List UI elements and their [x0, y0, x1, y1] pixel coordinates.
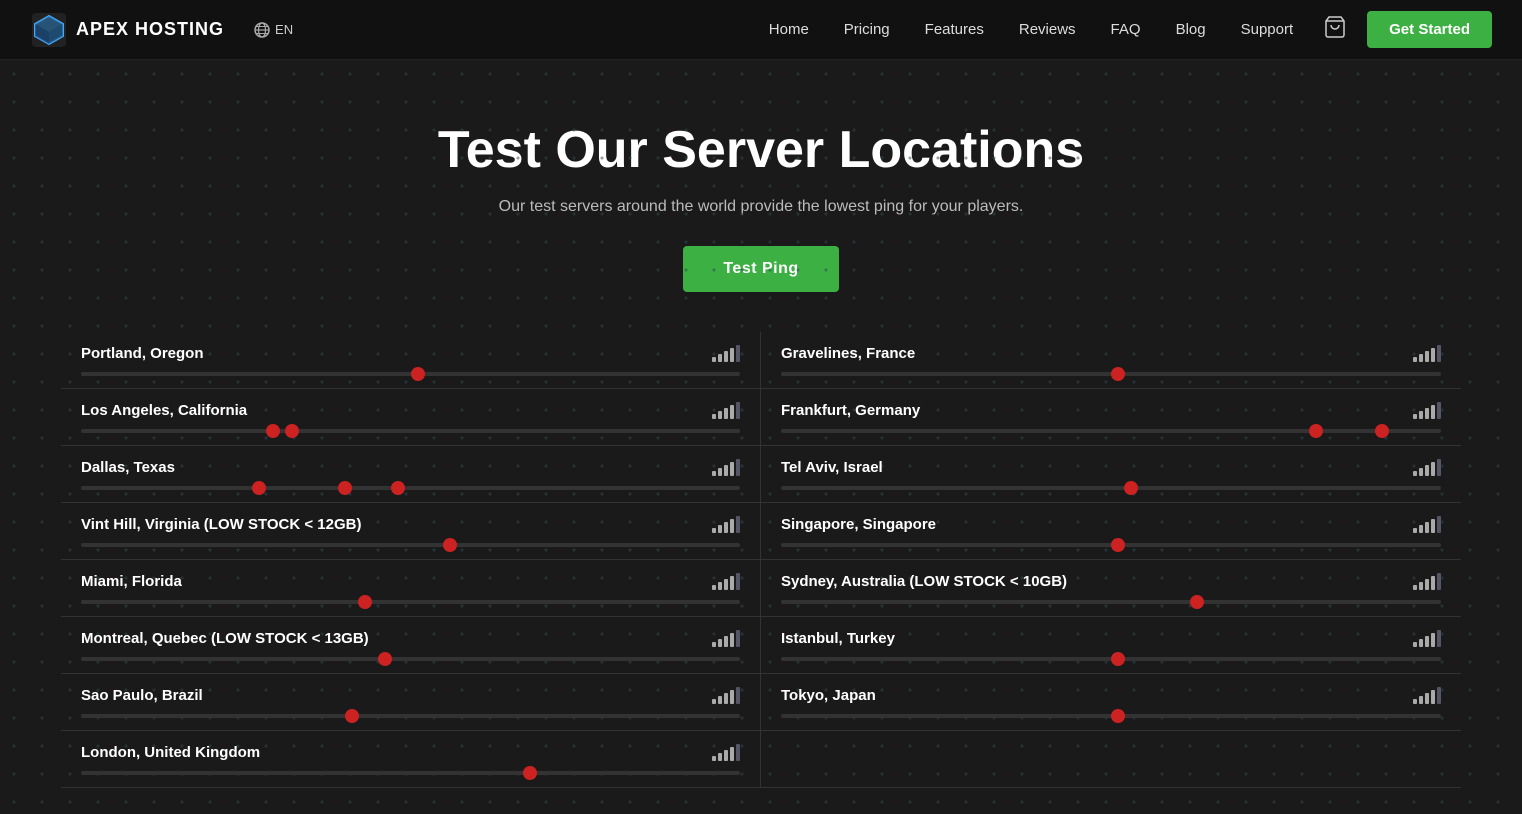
- signal-icon: [712, 629, 740, 647]
- location-name: Tokyo, Japan: [781, 687, 876, 704]
- location-header: Frankfurt, Germany: [781, 401, 1441, 419]
- location-header: Tel Aviv, Israel: [781, 458, 1441, 476]
- location-item-left[interactable]: Montreal, Quebec (LOW STOCK < 13GB): [61, 617, 761, 674]
- location-header: Miami, Florida: [81, 572, 740, 590]
- location-item-left[interactable]: Miami, Florida: [61, 560, 761, 617]
- location-item-left[interactable]: Dallas, Texas: [61, 446, 761, 503]
- signal-icon: [712, 515, 740, 533]
- logo-text: APEX HOSTING: [76, 19, 224, 40]
- main-content: Test Our Server Locations Our test serve…: [0, 60, 1522, 814]
- location-header: Tokyo, Japan: [781, 686, 1441, 704]
- location-bar: [781, 657, 1441, 661]
- location-name: Singapore, Singapore: [781, 516, 936, 533]
- location-bar: [81, 714, 740, 718]
- location-bar: [81, 486, 740, 490]
- hero-section: Test Our Server Locations Our test serve…: [0, 60, 1522, 332]
- signal-icon: [1413, 344, 1441, 362]
- location-bar: [81, 429, 740, 433]
- location-name: Dallas, Texas: [81, 459, 175, 476]
- nav-support[interactable]: Support: [1241, 21, 1294, 39]
- location-name: Gravelines, France: [781, 345, 915, 362]
- signal-icon: [712, 344, 740, 362]
- location-item-right[interactable]: Gravelines, France: [761, 332, 1461, 389]
- nav-blog[interactable]: Blog: [1176, 21, 1206, 39]
- location-item-left[interactable]: Portland, Oregon: [61, 332, 761, 389]
- test-ping-button[interactable]: Test Ping: [683, 246, 838, 292]
- location-name: London, United Kingdom: [81, 744, 260, 761]
- signal-icon: [1413, 458, 1441, 476]
- cart-icon[interactable]: [1323, 15, 1347, 44]
- location-header: Sao Paulo, Brazil: [81, 686, 740, 704]
- signal-icon: [712, 401, 740, 419]
- locations-grid: Portland, Oregon Gravelines, France: [31, 332, 1491, 788]
- nav-reviews[interactable]: Reviews: [1019, 21, 1076, 39]
- location-header: London, United Kingdom: [81, 743, 740, 761]
- location-name: Miami, Florida: [81, 573, 182, 590]
- get-started-button[interactable]: Get Started: [1367, 11, 1492, 48]
- location-header: Dallas, Texas: [81, 458, 740, 476]
- location-item-left[interactable]: Vint Hill, Virginia (LOW STOCK < 12GB): [61, 503, 761, 560]
- language-label: EN: [275, 22, 293, 37]
- location-item-right[interactable]: Istanbul, Turkey: [761, 617, 1461, 674]
- location-item-right[interactable]: [761, 731, 1461, 788]
- location-bar: [81, 543, 740, 547]
- location-header: Vint Hill, Virginia (LOW STOCK < 12GB): [81, 515, 740, 533]
- location-header: Singapore, Singapore: [781, 515, 1441, 533]
- location-bar: [781, 600, 1441, 604]
- location-name: Portland, Oregon: [81, 345, 204, 362]
- signal-icon: [1413, 401, 1441, 419]
- location-name: Sao Paulo, Brazil: [81, 687, 203, 704]
- location-name: Sydney, Australia (LOW STOCK < 10GB): [781, 573, 1067, 590]
- language-selector[interactable]: EN: [254, 22, 293, 38]
- location-name: Tel Aviv, Israel: [781, 459, 883, 476]
- nav-faq[interactable]: FAQ: [1111, 21, 1141, 39]
- nav-pricing[interactable]: Pricing: [844, 21, 890, 39]
- nav-home[interactable]: Home: [769, 21, 809, 39]
- location-item-right[interactable]: Sydney, Australia (LOW STOCK < 10GB): [761, 560, 1461, 617]
- location-name: Frankfurt, Germany: [781, 402, 920, 419]
- hero-title: Test Our Server Locations: [20, 120, 1502, 180]
- nav-links: Home Pricing Features Reviews FAQ Blog S…: [769, 21, 1293, 39]
- location-bar: [81, 372, 740, 376]
- location-bar: [81, 657, 740, 661]
- location-bar: [781, 543, 1441, 547]
- location-header: Istanbul, Turkey: [781, 629, 1441, 647]
- logo[interactable]: APEX HOSTING: [30, 11, 224, 49]
- nav-features[interactable]: Features: [925, 21, 984, 39]
- location-item-right[interactable]: Frankfurt, Germany: [761, 389, 1461, 446]
- location-name: Vint Hill, Virginia (LOW STOCK < 12GB): [81, 516, 361, 533]
- location-name: Istanbul, Turkey: [781, 630, 895, 647]
- signal-icon: [1413, 515, 1441, 533]
- location-bar: [781, 714, 1441, 718]
- signal-icon: [1413, 686, 1441, 704]
- location-header: Montreal, Quebec (LOW STOCK < 13GB): [81, 629, 740, 647]
- location-item-left[interactable]: Sao Paulo, Brazil: [61, 674, 761, 731]
- location-header: Portland, Oregon: [81, 344, 740, 362]
- location-item-left[interactable]: London, United Kingdom: [61, 731, 761, 788]
- hero-subtitle: Our test servers around the world provid…: [20, 198, 1502, 216]
- location-bar: [81, 771, 740, 775]
- location-bar: [81, 600, 740, 604]
- location-item-right[interactable]: Singapore, Singapore: [761, 503, 1461, 560]
- navbar: APEX HOSTING EN Home Pricing Features Re…: [0, 0, 1522, 60]
- signal-icon: [1413, 629, 1441, 647]
- signal-icon: [1413, 572, 1441, 590]
- signal-icon: [712, 458, 740, 476]
- location-header: Sydney, Australia (LOW STOCK < 10GB): [781, 572, 1441, 590]
- location-name: Montreal, Quebec (LOW STOCK < 13GB): [81, 630, 369, 647]
- signal-icon: [712, 572, 740, 590]
- location-item-right[interactable]: Tel Aviv, Israel: [761, 446, 1461, 503]
- location-bar: [781, 372, 1441, 376]
- location-bar: [781, 486, 1441, 490]
- location-header: Los Angeles, California: [81, 401, 740, 419]
- signal-icon: [712, 686, 740, 704]
- location-header: Gravelines, France: [781, 344, 1441, 362]
- location-bar: [781, 429, 1441, 433]
- location-name: Los Angeles, California: [81, 402, 247, 419]
- location-item-right[interactable]: Tokyo, Japan: [761, 674, 1461, 731]
- signal-icon: [712, 743, 740, 761]
- location-item-left[interactable]: Los Angeles, California: [61, 389, 761, 446]
